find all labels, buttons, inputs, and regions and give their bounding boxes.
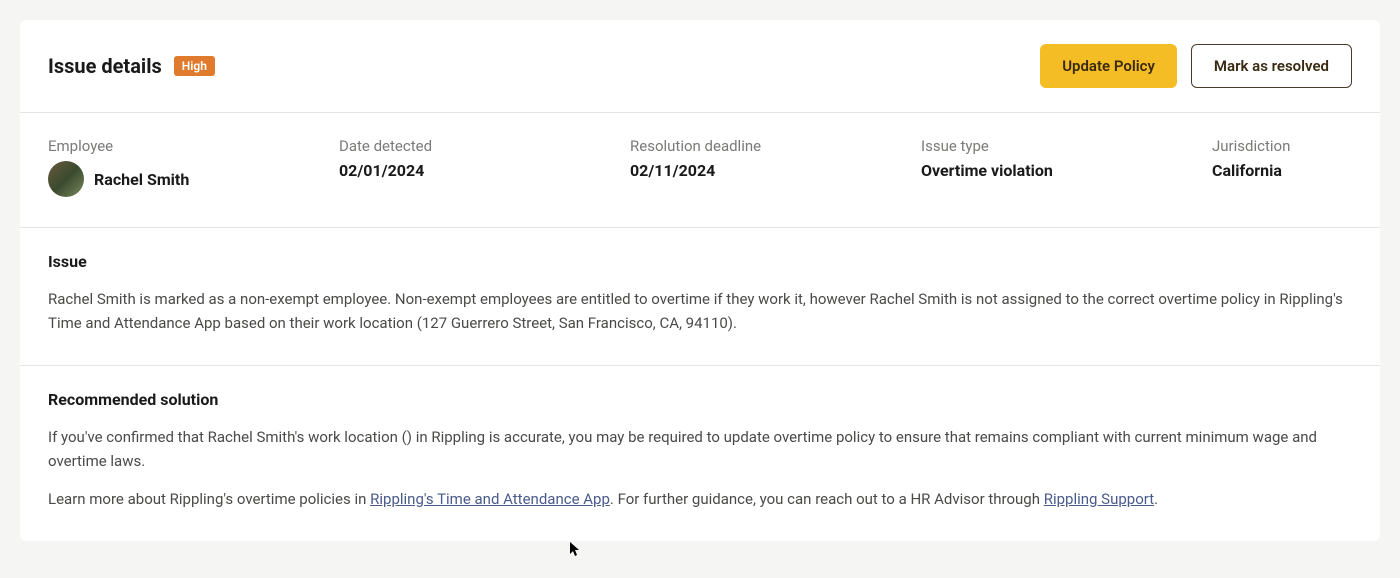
issue-type-value: Overtime violation bbox=[921, 161, 1192, 180]
meta-label-issue-type: Issue type bbox=[921, 137, 1192, 155]
solution-body-2: Learn more about Rippling's overtime pol… bbox=[48, 487, 1352, 511]
cursor-icon bbox=[570, 542, 582, 562]
issue-details-card: Issue details High Update Policy Mark as… bbox=[20, 20, 1380, 541]
mark-resolved-button[interactable]: Mark as resolved bbox=[1191, 44, 1352, 88]
employee-row: Rachel Smith bbox=[48, 161, 319, 197]
meta-issue-type: Issue type Overtime violation bbox=[921, 137, 1192, 197]
meta-label-employee: Employee bbox=[48, 137, 319, 155]
resolution-deadline-value: 02/11/2024 bbox=[630, 161, 901, 180]
solution-line2-suffix: . bbox=[1154, 490, 1158, 508]
issue-body: Rachel Smith is marked as a non-exempt e… bbox=[48, 287, 1352, 335]
priority-badge: High bbox=[174, 56, 215, 76]
solution-section: Recommended solution If you've confirmed… bbox=[20, 366, 1380, 541]
avatar bbox=[48, 161, 84, 197]
header-left: Issue details High bbox=[48, 54, 215, 78]
header-actions: Update Policy Mark as resolved bbox=[1040, 44, 1352, 88]
jurisdiction-value: California bbox=[1212, 161, 1352, 180]
issue-section: Issue Rachel Smith is marked as a non-ex… bbox=[20, 228, 1380, 365]
solution-heading: Recommended solution bbox=[48, 390, 1352, 409]
card-header: Issue details High Update Policy Mark as… bbox=[20, 20, 1380, 112]
meta-label-resolution-deadline: Resolution deadline bbox=[630, 137, 901, 155]
meta-label-date-detected: Date detected bbox=[339, 137, 610, 155]
issue-heading: Issue bbox=[48, 252, 1352, 271]
solution-line2-mid: . For further guidance, you can reach ou… bbox=[610, 490, 1044, 508]
meta-label-jurisdiction: Jurisdiction bbox=[1212, 137, 1352, 155]
meta-employee: Employee Rachel Smith bbox=[48, 137, 319, 197]
meta-resolution-deadline: Resolution deadline 02/11/2024 bbox=[630, 137, 901, 197]
time-attendance-link[interactable]: Rippling's Time and Attendance App bbox=[370, 490, 610, 508]
date-detected-value: 02/01/2024 bbox=[339, 161, 610, 180]
meta-jurisdiction: Jurisdiction California bbox=[1212, 137, 1352, 197]
page-title: Issue details bbox=[48, 54, 162, 78]
update-policy-button[interactable]: Update Policy bbox=[1040, 44, 1177, 88]
meta-date-detected: Date detected 02/01/2024 bbox=[339, 137, 610, 197]
meta-row: Employee Rachel Smith Date detected 02/0… bbox=[20, 113, 1380, 227]
solution-body-1: If you've confirmed that Rachel Smith's … bbox=[48, 425, 1352, 473]
employee-name: Rachel Smith bbox=[94, 170, 189, 189]
solution-line2-prefix: Learn more about Rippling's overtime pol… bbox=[48, 490, 370, 508]
rippling-support-link[interactable]: Rippling Support bbox=[1044, 490, 1154, 508]
